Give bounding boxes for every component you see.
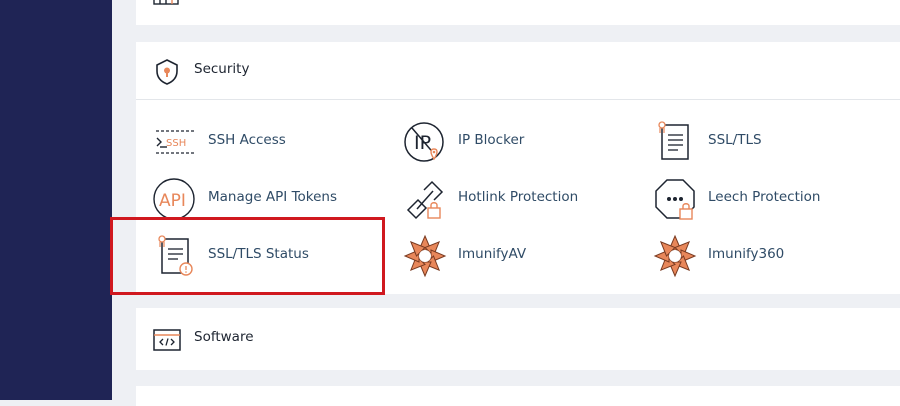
hotlink-icon xyxy=(406,180,444,220)
shield-icon xyxy=(156,59,178,85)
tool-leech-protection[interactable]: Leech Protection xyxy=(652,176,892,222)
tool-label: IP Blocker xyxy=(458,132,525,148)
software-section-header[interactable]: Software xyxy=(136,308,900,370)
imunify-icon xyxy=(403,234,447,278)
imunify-icon xyxy=(653,234,697,278)
tool-imunifyav[interactable]: ImunifyAV xyxy=(402,233,642,279)
ssh-icon: SSH xyxy=(156,130,194,154)
tool-label: Leech Protection xyxy=(708,189,821,205)
tool-label: Manage API Tokens xyxy=(208,189,338,205)
next-section-card xyxy=(136,386,900,406)
section-title-security: Security xyxy=(194,61,250,77)
sidebar xyxy=(0,0,112,400)
tool-ip-blocker[interactable]: IP IP Blocker xyxy=(402,119,642,165)
certificate-icon xyxy=(658,121,689,160)
stats-icon xyxy=(153,0,179,5)
tool-label: SSH Access xyxy=(208,132,286,148)
tool-ssh-access[interactable]: SSH SSH Access xyxy=(152,119,392,165)
code-window-icon xyxy=(153,329,181,351)
tool-imunify360[interactable]: Imunify360 xyxy=(652,233,892,279)
tool-label: Hotlink Protection xyxy=(458,189,579,205)
tool-label: ImunifyAV xyxy=(458,246,527,262)
tool-label: SSL/TLS xyxy=(708,132,762,148)
tool-hotlink-protection[interactable]: Hotlink Protection xyxy=(402,176,642,222)
security-section-header[interactable]: Security xyxy=(136,42,900,100)
tool-label: Imunify360 xyxy=(708,246,785,262)
ip-blocker-icon: IP xyxy=(404,122,444,162)
api-icon: API xyxy=(153,178,195,220)
software-section: Software xyxy=(136,308,900,370)
leech-icon xyxy=(655,179,695,220)
previous-section-card xyxy=(136,0,900,25)
tool-ssl-tls[interactable]: SSL/TLS xyxy=(652,119,892,165)
ssh-icon-text: SSH xyxy=(166,138,186,149)
tool-manage-api-tokens[interactable]: API Manage API Tokens xyxy=(152,176,392,222)
ip-icon-text: IP xyxy=(414,132,431,154)
section-title-software: Software xyxy=(194,329,254,345)
api-icon-text: API xyxy=(159,191,186,211)
highlight-box xyxy=(110,217,385,295)
